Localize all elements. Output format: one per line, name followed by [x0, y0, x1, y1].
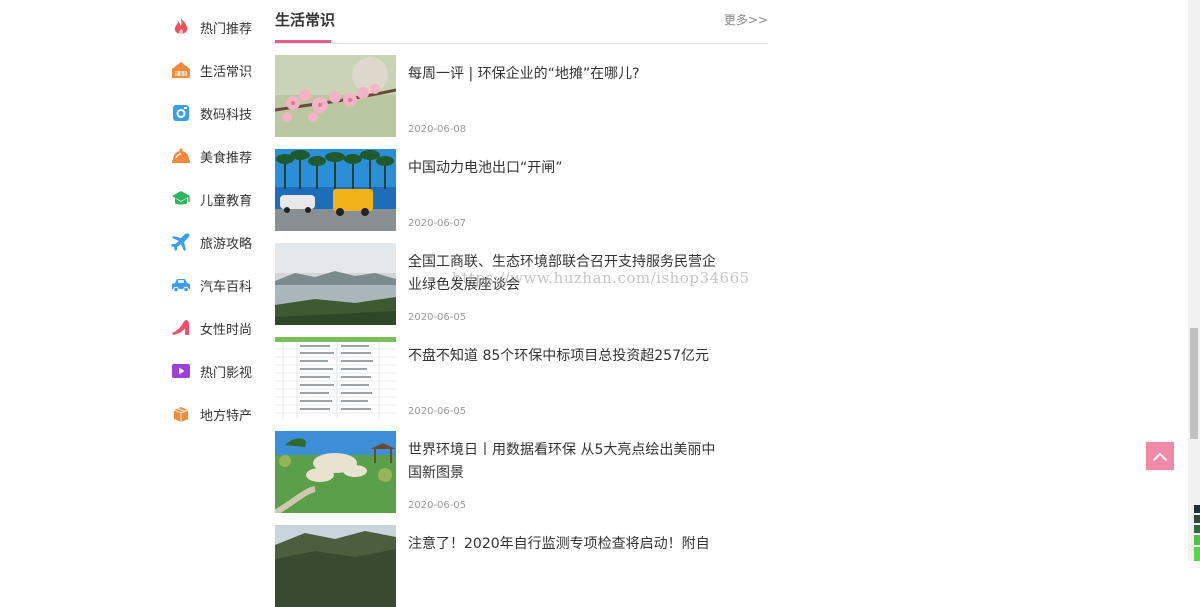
camera-icon: [170, 102, 192, 124]
sidebar-item-label: 汽车百科: [200, 279, 253, 295]
chevron-up-icon: [1152, 447, 1168, 466]
article-title[interactable]: 不盘不知道 85个环保中标项目总投资超257亿元: [408, 345, 728, 368]
sidebar-item-auto[interactable]: 汽车百科: [170, 270, 252, 300]
section-header: 生活常识 更多>>: [275, 0, 768, 44]
article-item[interactable]: 不盘不知道 85个环保中标项目总投资超257亿元 2020-06-05: [275, 337, 768, 419]
scrollbar-thumb[interactable]: [1190, 328, 1198, 439]
article-date: 2020-06-05: [408, 500, 467, 511]
article-item[interactable]: 中国动力电池出口“开闸” 2020-06-07: [275, 149, 768, 231]
sidebar-item-fashion[interactable]: 女性时尚: [170, 313, 252, 343]
sidebar-item-digital[interactable]: 数码科技: [170, 98, 252, 128]
house-icon: [170, 59, 192, 81]
article-title[interactable]: 世界环境日丨用数据看环保 从5大亮点绘出美丽中国新图景: [408, 439, 728, 485]
flame-icon: [170, 16, 192, 38]
article-date: 2020-06-08: [408, 124, 467, 135]
sidebar-item-hot[interactable]: 热门推荐: [170, 12, 252, 42]
sidebar-item-label: 生活常识: [200, 64, 253, 80]
more-link[interactable]: 更多>>: [724, 11, 768, 28]
article-item[interactable]: 世界环境日丨用数据看环保 从5大亮点绘出美丽中国新图景 2020-06-05: [275, 431, 768, 513]
high-heel-icon: [170, 317, 192, 339]
section-title-underline: [275, 40, 331, 43]
airplane-icon: [170, 231, 192, 253]
article-item[interactable]: 每周一评 | 环保企业的“地摊”在哪儿? 2020-06-08: [275, 55, 768, 137]
sidebar-item-label: 热门影视: [200, 365, 253, 381]
car-icon: [170, 274, 192, 296]
article-date: 2020-06-05: [408, 406, 467, 417]
sidebar-item-food[interactable]: 美食推荐: [170, 141, 252, 171]
article-thumbnail[interactable]: [275, 55, 396, 137]
article-thumbnail[interactable]: [275, 149, 396, 231]
sidebar-item-label: 热门推荐: [200, 21, 253, 37]
video-play-icon: [170, 360, 192, 382]
sidebar-item-travel[interactable]: 旅游攻略: [170, 227, 252, 257]
article-thumbnail[interactable]: [275, 431, 396, 513]
back-to-top-button[interactable]: [1146, 442, 1174, 470]
sidebar-item-movies[interactable]: 热门影视: [170, 356, 252, 386]
sidebar-item-label: 女性时尚: [200, 322, 253, 338]
side-tool-strip[interactable]: [1194, 505, 1200, 561]
article-thumbnail[interactable]: [275, 525, 396, 607]
article-thumbnail[interactable]: [275, 243, 396, 325]
page-scrollbar[interactable]: [1188, 0, 1200, 561]
watermark-text: https://www.huzhan.com/ishop34665: [452, 269, 750, 287]
article-thumbnail[interactable]: [275, 337, 396, 419]
section-title: 生活常识: [275, 11, 336, 29]
article-date: 2020-06-05: [408, 312, 467, 323]
sidebar-item-label: 旅游攻略: [200, 236, 253, 252]
sidebar-item-label: 美食推荐: [200, 150, 253, 166]
sidebar-item-life[interactable]: 生活常识: [170, 55, 252, 85]
article-title[interactable]: 注意了！2020年自行监测专项检查将启动！附自: [408, 533, 728, 556]
sidebar-item-label: 儿童教育: [200, 193, 253, 209]
article-title[interactable]: 每周一评 | 环保企业的“地摊”在哪儿?: [408, 63, 728, 86]
article-date: 2020-06-07: [408, 218, 467, 229]
sidebar-item-label: 地方特产: [200, 408, 253, 424]
sidebar-item-education[interactable]: 儿童教育: [170, 184, 252, 214]
article-item[interactable]: 注意了！2020年自行监测专项检查将启动！附自: [275, 525, 768, 607]
food-cover-icon: [170, 145, 192, 167]
sidebar-item-specialty[interactable]: 地方特产: [170, 399, 252, 429]
graduation-cap-icon: [170, 188, 192, 210]
article-title[interactable]: 中国动力电池出口“开闸”: [408, 157, 728, 180]
gift-box-icon: [170, 403, 192, 425]
sidebar-item-label: 数码科技: [200, 107, 253, 123]
